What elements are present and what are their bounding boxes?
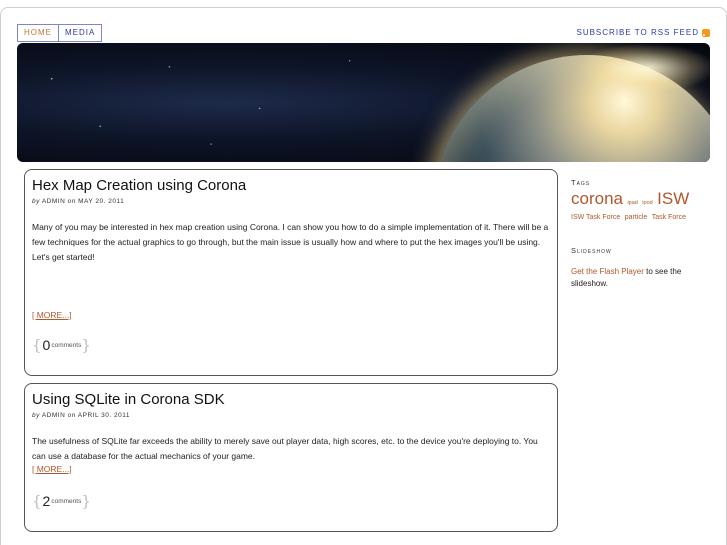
post-meta: by ADMIN on APRIL 30. 2011 — [32, 412, 550, 419]
tags-heading: Tags — [571, 178, 591, 187]
post-on: on — [67, 198, 76, 205]
post-excerpt: Many of you may be interested in hex map… — [32, 222, 549, 262]
tag-link[interactable]: corona — [571, 189, 623, 208]
comments-link[interactable]: { 2 comments } — [32, 492, 91, 510]
post-on: on — [67, 412, 76, 419]
header-banner — [17, 43, 710, 162]
tag-link[interactable]: Task Force — [652, 214, 686, 221]
post-card: Hex Map Creation using Corona by ADMIN o… — [24, 169, 558, 376]
brace-left: { — [32, 492, 42, 510]
subscribe-rss-link[interactable]: Subscribe to RSS Feed — [576, 28, 710, 37]
rss-icon — [702, 28, 710, 37]
post-by: by — [32, 412, 40, 419]
flash-player-link[interactable]: Get the Flash Player — [571, 267, 644, 276]
tag-cloud: corona ipad ipod ISW ISW Task Force part… — [571, 189, 711, 223]
post-meta: by ADMIN on MAY 20. 2011 — [32, 198, 550, 205]
post-by: by — [32, 198, 40, 205]
rss-label: Subscribe to RSS Feed — [576, 28, 699, 37]
post-title-link[interactable]: Using SQLite in Corona SDK — [32, 391, 550, 408]
brace-right: } — [81, 336, 91, 354]
post-date: MAY 20. 2011 — [78, 198, 125, 205]
post-author: ADMIN — [41, 198, 66, 205]
comment-label: comments — [51, 341, 82, 349]
comment-count: 0 — [42, 337, 51, 353]
nav-tab-home[interactable]: Home — [17, 24, 59, 42]
planet-glow — [577, 43, 710, 93]
brace-right: } — [81, 492, 91, 510]
post-date: APRIL 30. 2011 — [77, 412, 130, 419]
post-title-link[interactable]: Hex Map Creation using Corona — [32, 177, 550, 194]
nav-tab-media[interactable]: Media — [59, 24, 103, 42]
read-more-link[interactable]: [ MORE...] — [32, 310, 72, 320]
slideshow-placeholder: Get the Flash Player to see the slidesho… — [571, 266, 711, 290]
comment-label: comments — [51, 497, 82, 505]
post-card: Using SQLite in Corona SDK by ADMIN on A… — [24, 383, 558, 532]
sidebar: Tags corona ipad ipod ISW ISW Task Force… — [571, 178, 711, 290]
top-nav: Home Media — [17, 24, 103, 42]
tag-link[interactable]: ipad — [627, 200, 637, 206]
tag-link[interactable]: ISW Task Force — [571, 214, 620, 221]
tag-link[interactable]: ISW — [657, 189, 689, 208]
brace-left: { — [32, 336, 42, 354]
tag-link[interactable]: particle — [625, 214, 648, 221]
comment-count: 2 — [42, 493, 51, 509]
tag-cloud-line: ISW Task Force particle Task Force — [571, 210, 711, 223]
comments-link[interactable]: { 0 comments } — [32, 336, 91, 354]
slideshow-heading: Slideshow — [571, 246, 612, 255]
post-author: ADMIN — [41, 412, 66, 419]
post-excerpt: The usefulness of SQLite far exceeds the… — [32, 436, 538, 461]
read-more-link[interactable]: [ MORE...] — [32, 464, 550, 474]
